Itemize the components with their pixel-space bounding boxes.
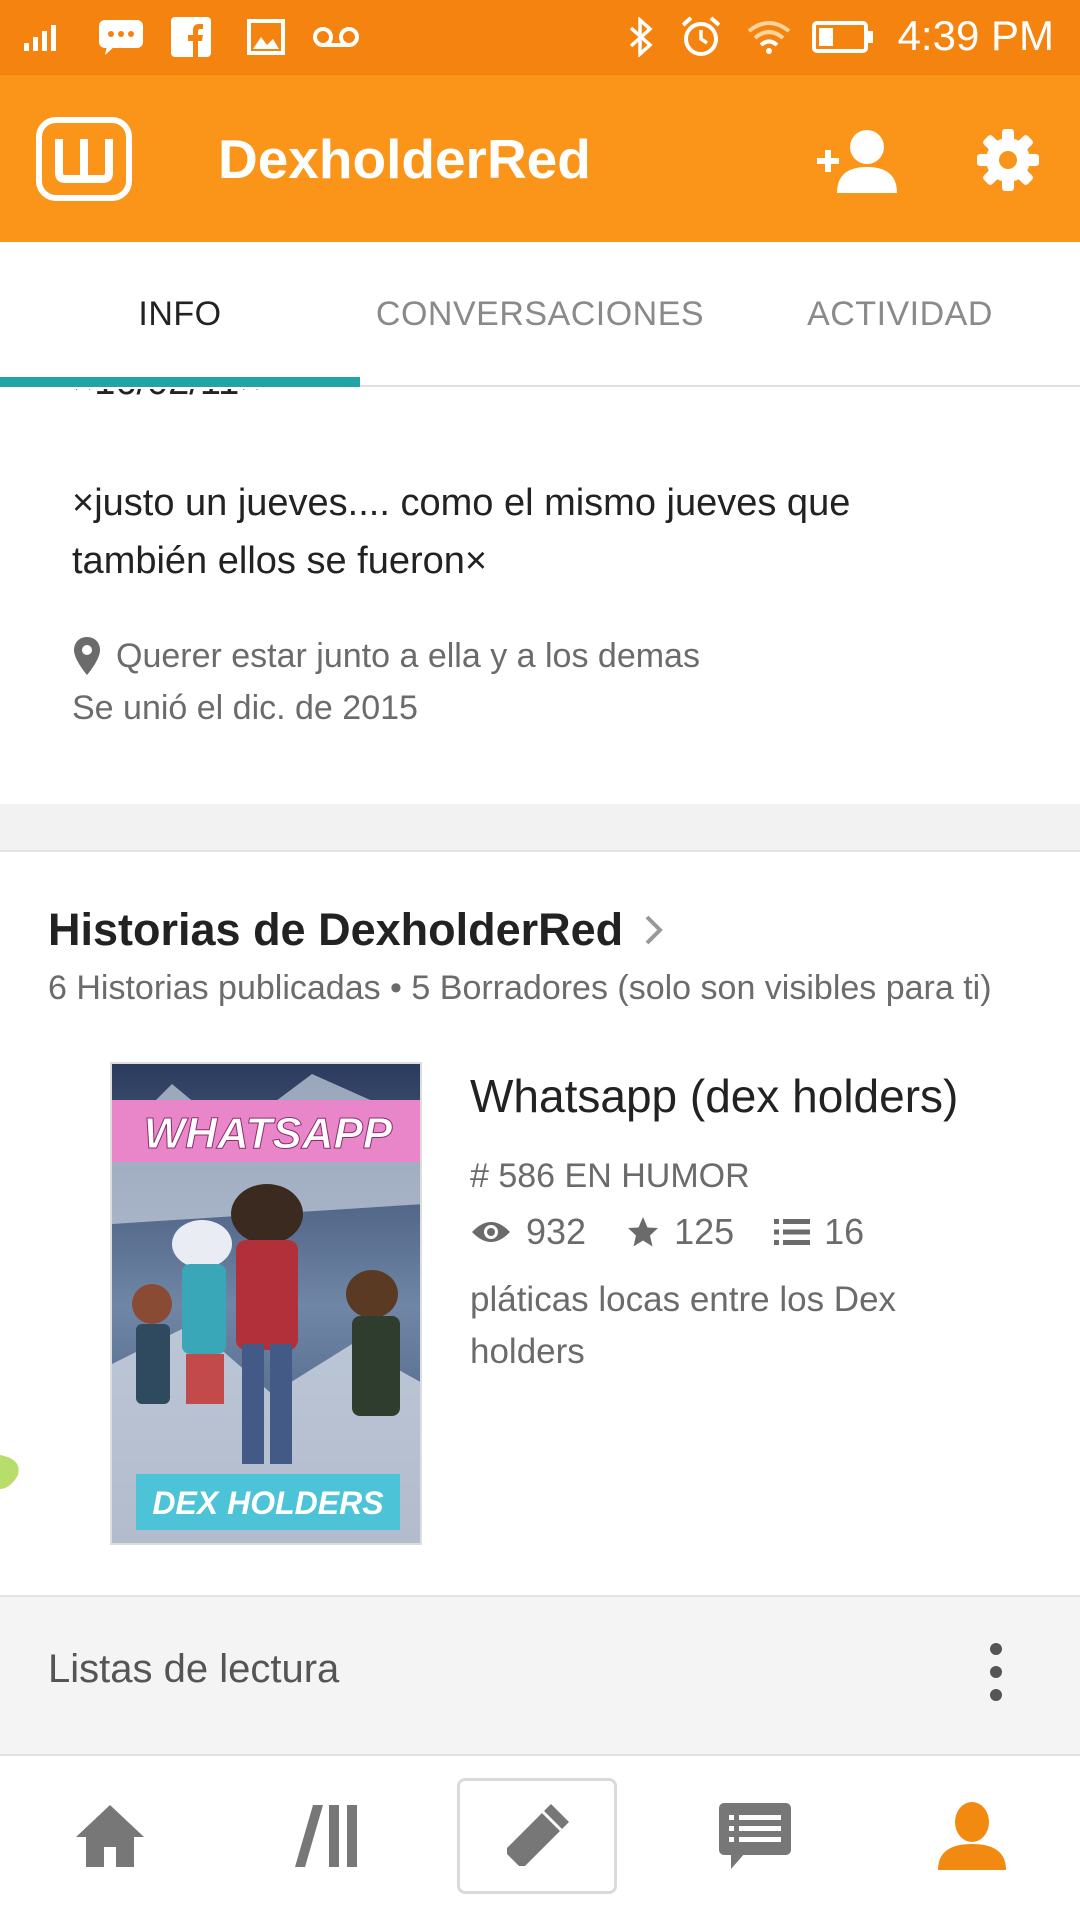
- story-cover-image[interactable]: WHATSAPP DEX HOLDERS: [110, 1062, 422, 1545]
- nav-profile-button[interactable]: [892, 1778, 1052, 1894]
- settings-button[interactable]: [975, 127, 1041, 193]
- eye-icon: [472, 1222, 510, 1242]
- profile-icon: [938, 1802, 1006, 1870]
- profile-bio: ×justo un jueves.... como el mismo jueve…: [72, 482, 851, 582]
- profile-tabs: INFO CONVERSACIONES ACTIVIDAD: [0, 242, 1080, 387]
- join-date: Se unió el dic. de 2015: [72, 689, 418, 727]
- bluetooth-icon: [624, 16, 658, 58]
- chevron-right-icon: [645, 915, 663, 945]
- wifi-icon: [744, 16, 794, 58]
- more-vertical-icon[interactable]: [984, 1639, 1008, 1705]
- voicemail-icon: [312, 16, 360, 58]
- write-icon: [507, 1804, 569, 1866]
- status-time: 4:39 PM: [897, 12, 1054, 59]
- bottom-navigation: [0, 1754, 1080, 1920]
- story-rank: # 586 EN HUMOR: [470, 1157, 750, 1195]
- leaf-decoration-icon: [0, 1455, 19, 1489]
- cover-subtitle-text: DEX HOLDERS: [152, 1485, 384, 1521]
- reads-stat: 932: [470, 1211, 586, 1253]
- parts-count: 16: [824, 1211, 865, 1252]
- status-bar: 4:39 PM: [0, 0, 1080, 75]
- votes-stat: 125: [626, 1211, 734, 1253]
- battery-icon: [812, 16, 874, 58]
- cover-title-text: WHATSAPP: [144, 1109, 393, 1158]
- signal-icon: [24, 16, 60, 58]
- votes-count: 125: [674, 1211, 735, 1252]
- profile-content[interactable]: ×16/02/11× ×justo un jueves.... como el …: [0, 389, 1080, 1754]
- image-icon: [246, 16, 286, 58]
- add-user-icon: [817, 130, 897, 193]
- profile-username: DexholderRed: [218, 128, 591, 190]
- alarm-icon: [678, 16, 724, 58]
- home-icon: [76, 1805, 144, 1867]
- story-stats: 932 125 16: [470, 1211, 904, 1253]
- tab-conversaciones[interactable]: CONVERSACIONES: [360, 242, 720, 387]
- messages-icon: [719, 1803, 791, 1869]
- reads-count: 932: [526, 1211, 587, 1252]
- reading-lists-section[interactable]: Listas de lectura: [0, 1595, 1080, 1754]
- library-icon: [295, 1805, 357, 1867]
- location-pin-icon: [74, 637, 100, 675]
- facebook-icon: [170, 16, 212, 58]
- gear-icon: [977, 129, 1039, 191]
- story-title[interactable]: Whatsapp (dex holders): [470, 1069, 958, 1123]
- bio-partial-line: ×16/02/11×: [72, 389, 261, 404]
- profile-location: Querer estar junto a ella y a los demas: [72, 635, 700, 677]
- star-icon: [628, 1217, 659, 1247]
- parts-stat: 16: [774, 1211, 864, 1253]
- nav-home-button[interactable]: [30, 1778, 190, 1894]
- active-tab-indicator: [0, 377, 360, 387]
- reading-lists-label: Listas de lectura: [48, 1647, 340, 1691]
- chat-bubble-icon: [96, 16, 146, 58]
- app-bar: DexholderRed: [0, 75, 1080, 242]
- tab-actividad[interactable]: ACTIVIDAD: [720, 242, 1080, 387]
- stories-header[interactable]: Historias de DexholderRed: [48, 904, 665, 956]
- wattpad-logo-icon[interactable]: [36, 117, 132, 201]
- nav-write-button[interactable]: [457, 1778, 617, 1894]
- stories-summary: 6 Historias publicadas • 5 Borradores (s…: [48, 969, 992, 1007]
- list-icon: [774, 1219, 811, 1245]
- location-text: Querer estar junto a ella y a los demas: [116, 636, 700, 675]
- nav-messages-button[interactable]: [675, 1778, 835, 1894]
- follow-user-button[interactable]: [815, 127, 901, 197]
- stories-title: Historias de DexholderRed: [48, 904, 624, 955]
- section-divider: [0, 804, 1080, 852]
- nav-library-button[interactable]: [246, 1778, 406, 1894]
- tab-info[interactable]: INFO: [0, 242, 360, 387]
- story-description: pláticas locas entre los Dex holders: [470, 1280, 897, 1371]
